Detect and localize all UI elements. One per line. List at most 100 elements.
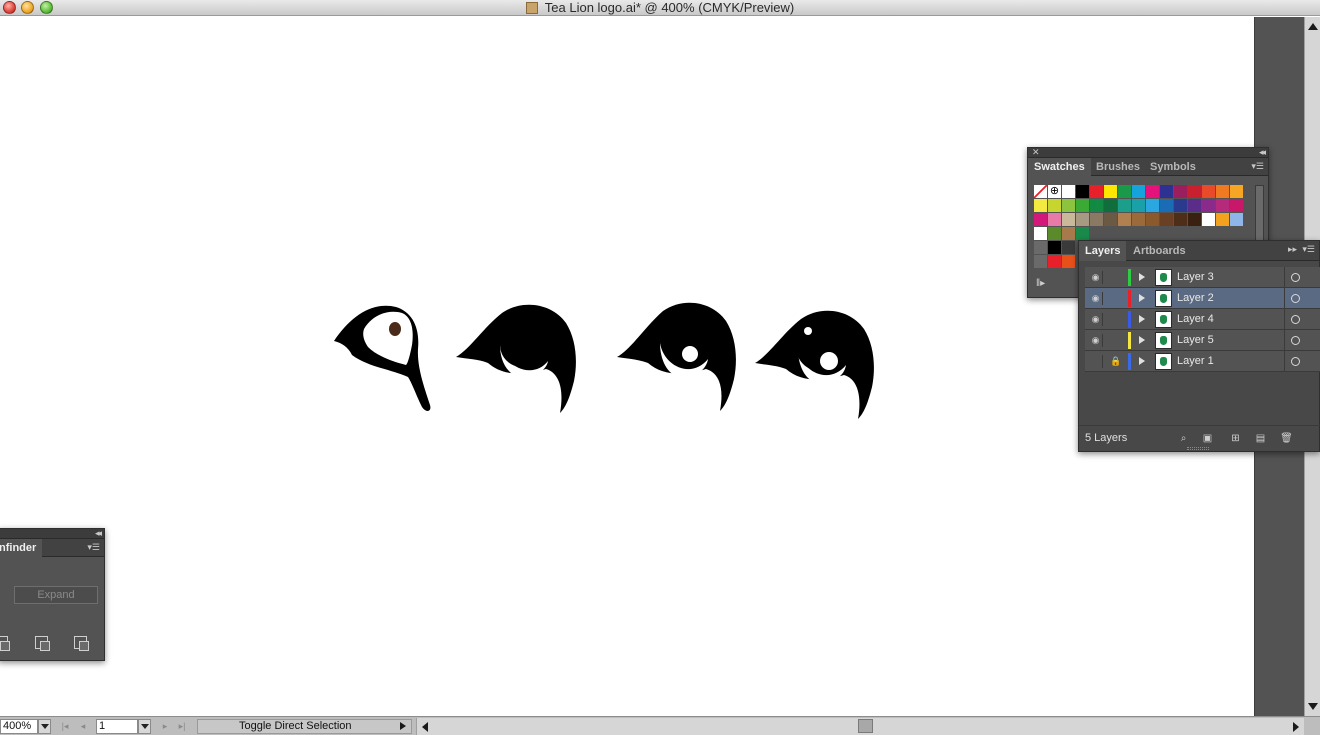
last-artboard-icon[interactable]: ▸|	[175, 720, 189, 733]
layer-row[interactable]: ◉ Layer 5	[1085, 330, 1320, 351]
lock-icon[interactable]	[1110, 334, 1122, 347]
new-sublayer-icon[interactable]: ⊞	[1229, 433, 1242, 445]
swatch[interactable]	[1132, 185, 1146, 199]
swatch[interactable]	[1062, 199, 1076, 213]
swatch[interactable]	[1146, 213, 1160, 227]
swatch[interactable]	[1188, 213, 1202, 227]
swatch[interactable]	[1174, 227, 1188, 241]
swatch[interactable]	[1216, 227, 1230, 241]
visibility-eye-icon[interactable]	[1089, 355, 1103, 368]
swatch[interactable]	[1146, 185, 1160, 199]
swatch[interactable]	[1062, 185, 1076, 199]
swatch[interactable]	[1104, 199, 1118, 213]
swatch[interactable]	[1230, 199, 1244, 213]
artboard-dropdown-icon[interactable]	[138, 719, 151, 734]
expand-triangle-icon[interactable]	[1139, 357, 1145, 365]
target-circle-icon[interactable]	[1291, 273, 1300, 282]
swatch[interactable]	[1160, 213, 1174, 227]
close-panel-icon[interactable]: ✕	[1032, 147, 1040, 158]
layer-row[interactable]: 🔒 Layer 1	[1085, 351, 1320, 372]
swatches-scrollbar[interactable]	[1255, 185, 1264, 245]
tab-artboards[interactable]: Artboards	[1127, 241, 1192, 261]
swatch[interactable]	[1048, 227, 1062, 241]
status-text[interactable]: Toggle Direct Selection	[197, 719, 412, 734]
scroll-down-arrow-icon[interactable]	[1308, 703, 1318, 710]
swatch[interactable]	[1062, 213, 1076, 227]
target-circle-icon[interactable]	[1291, 336, 1300, 345]
swatch[interactable]	[1034, 213, 1048, 227]
new-layer-icon[interactable]: ▤	[1254, 433, 1267, 445]
eye-shape-2[interactable]	[456, 304, 576, 413]
swatch-libraries-icon[interactable]: ‖▸	[1036, 278, 1045, 289]
swatch[interactable]	[1076, 227, 1090, 241]
locate-object-icon[interactable]: ⌕	[1177, 433, 1190, 445]
swatch[interactable]	[1090, 227, 1104, 241]
tab-layers[interactable]: Layers	[1079, 241, 1127, 261]
horizontal-scrollbar[interactable]	[416, 718, 1304, 735]
layer-row[interactable]: ◉ Layer 2	[1085, 288, 1320, 309]
swatch[interactable]	[1174, 185, 1188, 199]
swatch[interactable]	[1062, 241, 1076, 255]
artboard-canvas[interactable]	[0, 17, 1254, 716]
swatch[interactable]	[1090, 213, 1104, 227]
collapse-panel-icon[interactable]: ▸▸	[1283, 244, 1297, 254]
layer-name[interactable]: Layer 1	[1177, 351, 1214, 372]
panel-menu-icon[interactable]: ▾☰	[1250, 161, 1264, 171]
zoom-dropdown-icon[interactable]	[38, 719, 51, 734]
lock-icon[interactable]	[1110, 313, 1122, 326]
minus-back-icon[interactable]	[0, 636, 10, 651]
clipping-mask-icon[interactable]: ▣	[1201, 433, 1214, 445]
eye-shape-3[interactable]	[617, 302, 736, 411]
lock-icon[interactable]: 🔒	[1110, 355, 1122, 368]
panel-menu-icon[interactable]: ▾☰	[1301, 244, 1315, 254]
swatch[interactable]	[1202, 227, 1216, 241]
delete-layer-icon[interactable]: 🗑	[1280, 433, 1293, 445]
tab-pathfinder[interactable]: nfinder	[0, 539, 43, 557]
swatch[interactable]	[1174, 199, 1188, 213]
expand-triangle-icon[interactable]	[1139, 294, 1145, 302]
swatch[interactable]	[1202, 185, 1216, 199]
expand-triangle-icon[interactable]	[1139, 273, 1145, 281]
zoom-field[interactable]: 400%	[0, 719, 38, 734]
swatch[interactable]	[1062, 255, 1076, 269]
swatch[interactable]	[1118, 227, 1132, 241]
swatch[interactable]	[1034, 199, 1048, 213]
outline-icon[interactable]	[35, 636, 50, 651]
swatch[interactable]	[1104, 227, 1118, 241]
visibility-eye-icon[interactable]: ◉	[1089, 334, 1103, 347]
next-artboard-icon[interactable]: ▸	[158, 720, 172, 733]
expand-button[interactable]: Expand	[14, 586, 98, 604]
swatch[interactable]	[1104, 213, 1118, 227]
lock-icon[interactable]	[1110, 271, 1122, 284]
swatch[interactable]	[1216, 185, 1230, 199]
expand-triangle-icon[interactable]	[1139, 315, 1145, 323]
swatch[interactable]	[1076, 199, 1090, 213]
artboard-number-field[interactable]: 1	[96, 719, 138, 734]
swatch[interactable]	[1048, 241, 1062, 255]
swatch[interactable]	[1146, 227, 1160, 241]
layer-row[interactable]: ◉ Layer 4	[1085, 309, 1320, 330]
swatch[interactable]	[1132, 227, 1146, 241]
previous-artboard-icon[interactable]: ◂	[76, 720, 90, 733]
scroll-thumb[interactable]	[858, 719, 873, 733]
swatch[interactable]	[1188, 185, 1202, 199]
layer-row[interactable]: ◉ Layer 3	[1085, 267, 1320, 288]
target-circle-icon[interactable]	[1291, 357, 1300, 366]
panel-menu-icon[interactable]: ▾☰	[86, 542, 100, 552]
swatch[interactable]	[1160, 227, 1174, 241]
swatch[interactable]	[1034, 227, 1048, 241]
swatch[interactable]	[1062, 227, 1076, 241]
swatch[interactable]	[1174, 213, 1188, 227]
tab-swatches[interactable]: Swatches	[1028, 158, 1091, 176]
scroll-right-arrow-icon[interactable]	[1293, 722, 1299, 732]
swatch[interactable]	[1048, 213, 1062, 227]
scroll-up-arrow-icon[interactable]	[1308, 23, 1318, 30]
swatch[interactable]	[1230, 213, 1244, 227]
layer-name[interactable]: Layer 5	[1177, 330, 1214, 351]
lock-icon[interactable]	[1110, 292, 1122, 305]
visibility-eye-icon[interactable]: ◉	[1089, 313, 1103, 326]
panel-header-strip[interactable]: ◂◂	[0, 528, 104, 539]
registration-swatch[interactable]: ⊕	[1048, 185, 1062, 199]
swatch[interactable]	[1048, 199, 1062, 213]
eye-shape-4[interactable]	[755, 310, 874, 419]
